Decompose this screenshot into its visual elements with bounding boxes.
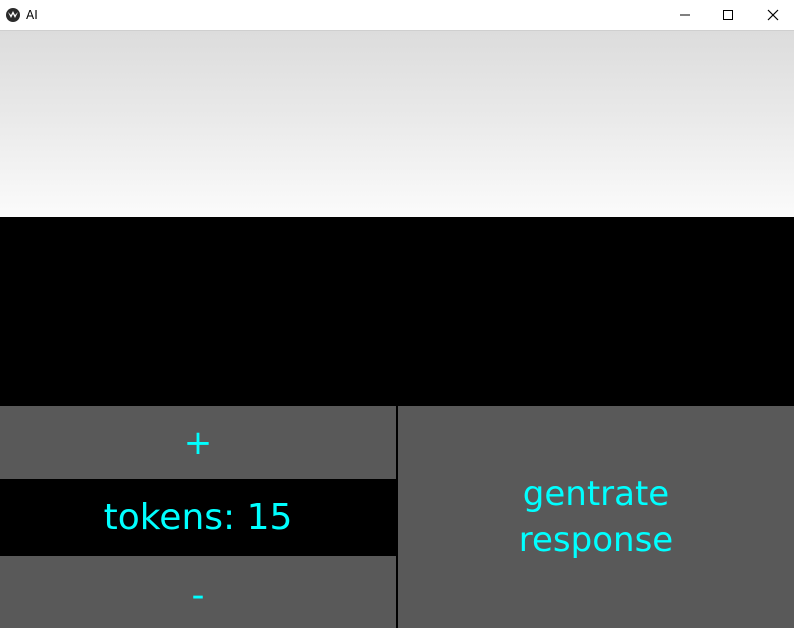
increase-tokens-button[interactable]: + bbox=[0, 406, 396, 479]
generate-response-button[interactable]: gentrate response bbox=[398, 406, 794, 628]
app-logo-icon bbox=[6, 8, 20, 22]
minimize-button[interactable] bbox=[662, 0, 708, 30]
minimize-icon bbox=[680, 14, 690, 16]
title-bar: AI bbox=[0, 0, 794, 31]
maximize-button[interactable] bbox=[705, 0, 751, 30]
maximize-icon bbox=[723, 10, 733, 20]
window-title: AI bbox=[26, 8, 38, 22]
response-output bbox=[0, 217, 794, 406]
app-window: AI + tokens: 15 - gentrate response bbox=[0, 0, 794, 628]
prompt-input[interactable] bbox=[0, 31, 794, 217]
close-button[interactable] bbox=[750, 0, 794, 30]
close-icon bbox=[767, 9, 779, 21]
tokens-count-label: tokens: 15 bbox=[0, 479, 396, 556]
decrease-tokens-button[interactable]: - bbox=[0, 556, 396, 628]
